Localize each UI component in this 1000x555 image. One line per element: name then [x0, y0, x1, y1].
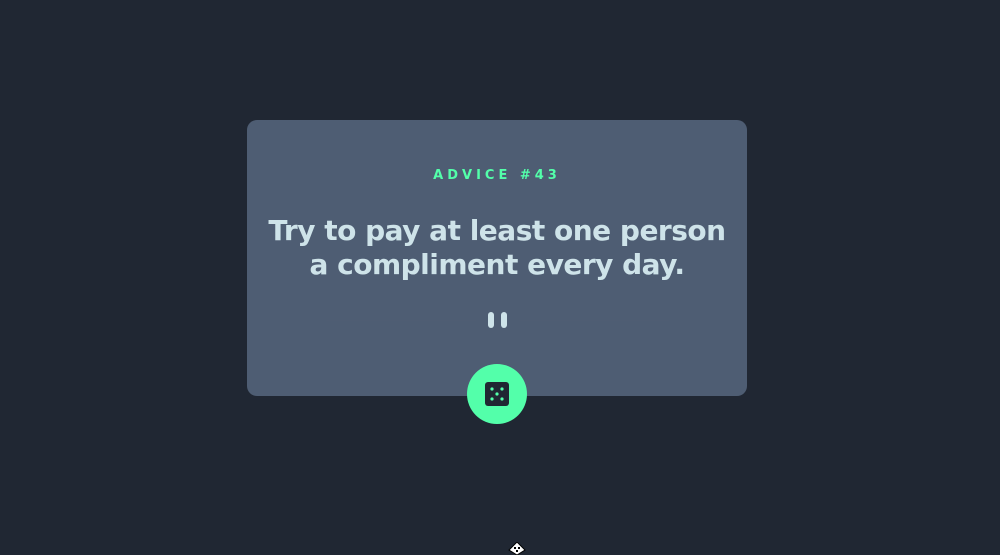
move-cursor-icon: [508, 542, 526, 555]
pause-bar-left: [487, 312, 494, 328]
dice-icon: [485, 382, 509, 406]
pattern-divider: [247, 312, 747, 328]
pause-bar-right: [500, 312, 507, 328]
page-stage: ADVICE #43 Try to pay at least one perso…: [0, 0, 1000, 555]
divider-line-right: [518, 319, 669, 321]
generate-advice-button[interactable]: [467, 364, 527, 424]
advice-number-label: ADVICE #43: [433, 168, 561, 183]
divider-line-left: [325, 319, 476, 321]
advice-card: ADVICE #43 Try to pay at least one perso…: [247, 120, 747, 396]
pause-icon: [487, 312, 507, 328]
advice-quote: Try to pay at least one person a complim…: [268, 214, 726, 281]
